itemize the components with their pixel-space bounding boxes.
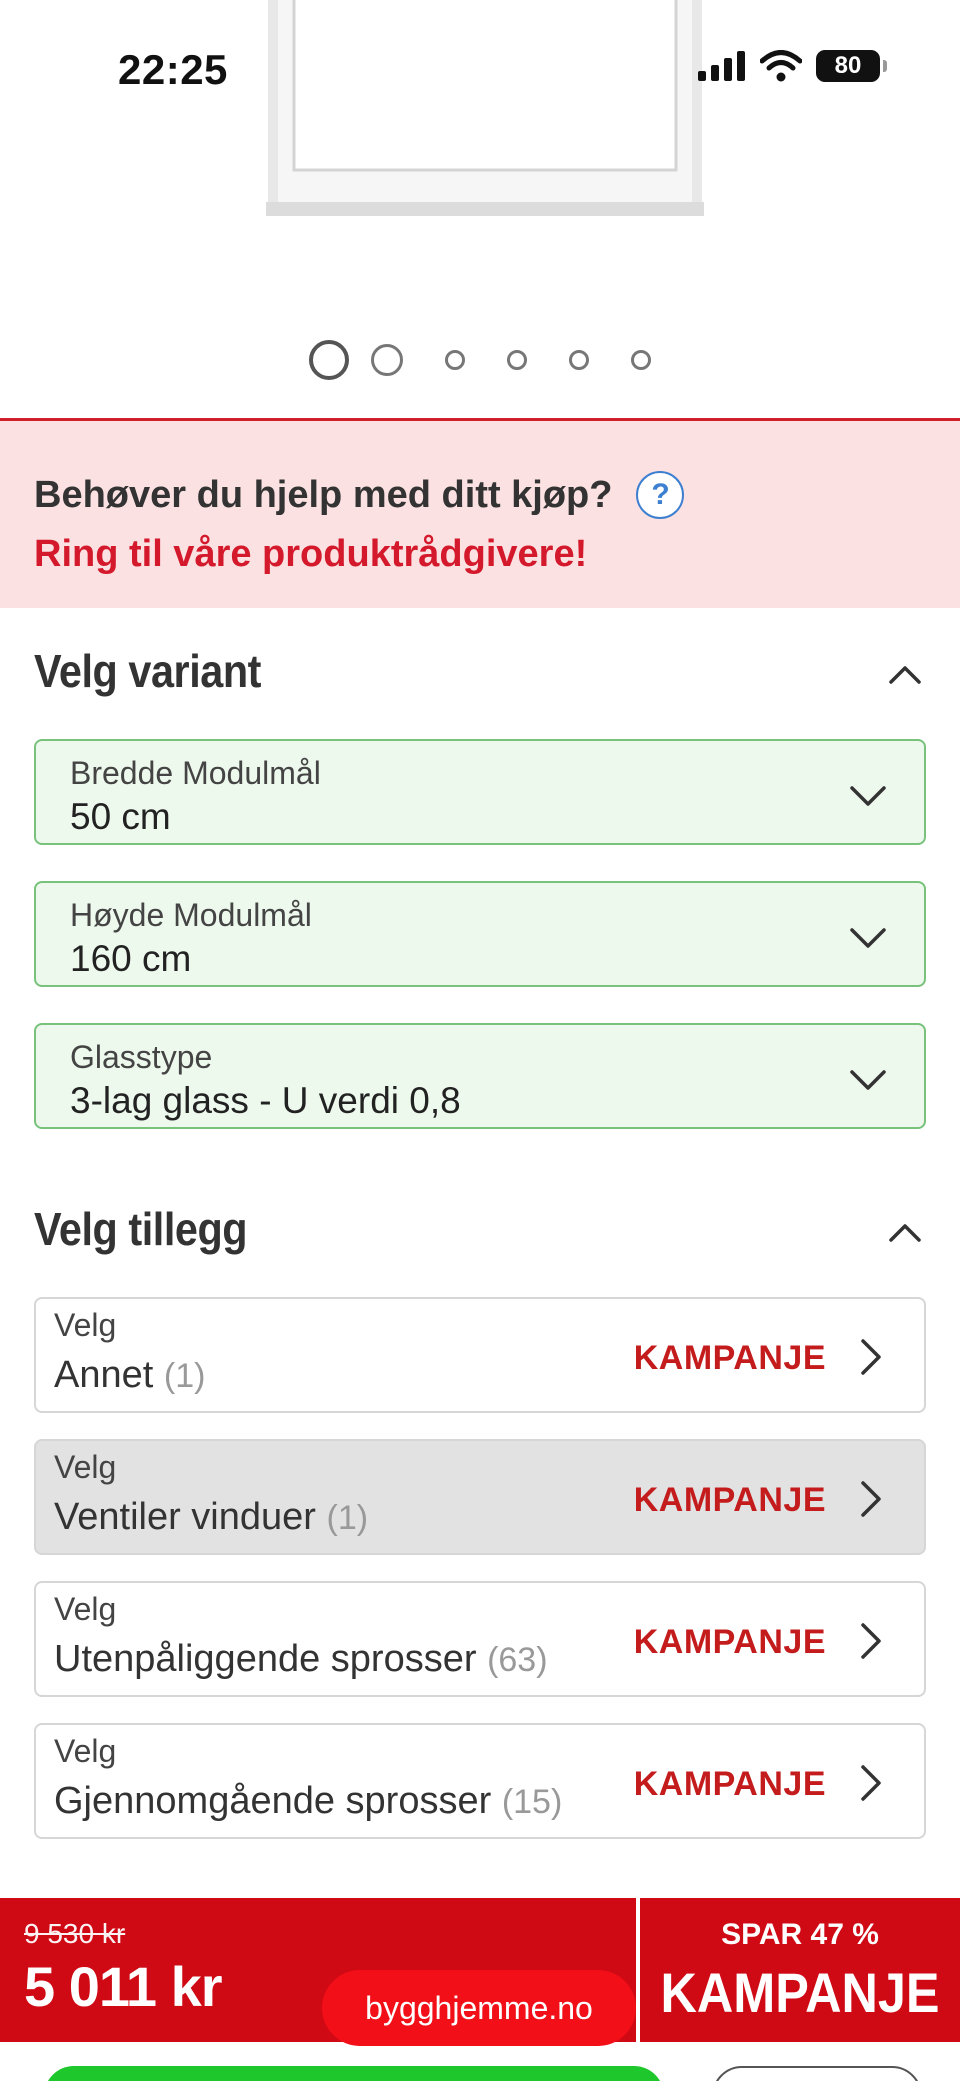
- campaign-box: SPAR 47 % KAMPANJE: [640, 1898, 960, 2042]
- wifi-icon: [760, 50, 802, 82]
- campaign-badge: KAMPANJE: [633, 1623, 826, 1661]
- addon-item-gjennomgaende[interactable]: Velg Gjennomgående sprosser (15) KAMPANJ…: [34, 1723, 926, 1839]
- chevron-right-icon: [861, 1623, 881, 1659]
- addon-count: (1): [326, 1499, 369, 1537]
- gallery-dot-2[interactable]: [371, 344, 403, 376]
- variant-section-title: Velg variant: [34, 645, 262, 697]
- call-advisors-link[interactable]: Ring til våre produktrådgivere!: [34, 533, 926, 576]
- gallery-dot-1[interactable]: [309, 340, 349, 380]
- chevron-down-icon: [850, 786, 886, 806]
- width-select-label: Bredde Modulmål: [70, 755, 321, 791]
- collapse-variant-chevron-up-icon[interactable]: [888, 657, 922, 691]
- gallery-dot-5[interactable]: [569, 350, 589, 370]
- collapse-addon-chevron-up-icon[interactable]: [888, 1215, 922, 1249]
- product-gallery[interactable]: 22:25 80: [0, 0, 960, 418]
- help-banner[interactable]: Behøver du hjelp med ditt kjøp? ? Ring t…: [0, 418, 960, 608]
- addon-item-ventiler[interactable]: Velg Ventiler vinduer (1) KAMPANJE: [34, 1439, 926, 1555]
- price-bar: 9 530 kr 5 011 kr SPAR 47 % KAMPANJE byg…: [0, 1898, 960, 2081]
- height-select-label: Høyde Modulmål: [70, 897, 312, 933]
- help-icon[interactable]: ?: [636, 471, 685, 519]
- chevron-right-icon: [861, 1765, 881, 1801]
- secondary-button[interactable]: [712, 2066, 922, 2081]
- gallery-dot-4[interactable]: [507, 350, 527, 370]
- current-price: 5 011 kr: [24, 1955, 223, 2018]
- status-bar: 22:25 80: [0, 0, 960, 140]
- battery-indicator: 80: [816, 50, 887, 82]
- save-percentage: SPAR 47 %: [721, 1918, 879, 1951]
- add-to-cart-button[interactable]: [44, 2066, 664, 2081]
- clock: 22:25: [118, 46, 228, 93]
- help-question: Behøver du hjelp med ditt kjøp?: [34, 473, 613, 516]
- gallery-dot-3[interactable]: [445, 350, 465, 370]
- campaign-badge: KAMPANJE: [633, 1339, 826, 1377]
- height-select[interactable]: Høyde Modulmål 160 cm: [34, 881, 926, 987]
- cellular-signal-icon: [698, 51, 745, 81]
- help-question-row: Behøver du hjelp med ditt kjøp? ?: [34, 471, 926, 519]
- addon-name: Annet: [54, 1354, 154, 1396]
- chevron-down-icon: [850, 1070, 886, 1090]
- gallery-pagination[interactable]: [0, 340, 960, 380]
- gallery-dot-6[interactable]: [631, 350, 651, 370]
- addon-name: Ventiler vinduer: [54, 1496, 316, 1538]
- glass-type-select[interactable]: Glasstype 3-lag glass - U verdi 0,8: [34, 1023, 926, 1129]
- width-select[interactable]: Bredde Modulmål 50 cm: [34, 739, 926, 845]
- old-price: 9 530 kr: [24, 1918, 126, 1949]
- addon-item-utenpaliggende[interactable]: Velg Utenpåliggende sprosser (63) KAMPAN…: [34, 1581, 926, 1697]
- addon-name: Utenpåliggende sprosser: [54, 1638, 477, 1680]
- glass-type-select-value: 3-lag glass - U verdi 0,8: [70, 1080, 461, 1121]
- addon-item-annet[interactable]: Velg Annet (1) KAMPANJE: [34, 1297, 926, 1413]
- status-icons: 80: [698, 50, 887, 82]
- site-url-pill[interactable]: bygghjemme.no: [322, 1970, 636, 2046]
- height-select-value: 160 cm: [70, 938, 192, 979]
- addon-section-title: Velg tillegg: [34, 1203, 248, 1255]
- addon-count: (1): [163, 1357, 206, 1395]
- addon-count: (63): [487, 1641, 548, 1679]
- glass-type-select-label: Glasstype: [70, 1039, 213, 1075]
- campaign-badge: KAMPANJE: [633, 1765, 826, 1803]
- campaign-label: KAMPANJE: [660, 1961, 940, 2024]
- campaign-badge: KAMPANJE: [633, 1481, 826, 1519]
- chevron-right-icon: [861, 1339, 881, 1375]
- addon-count: (15): [501, 1783, 563, 1821]
- width-select-value: 50 cm: [70, 796, 171, 837]
- chevron-right-icon: [861, 1481, 881, 1517]
- chevron-down-icon: [850, 928, 886, 948]
- addon-name: Gjennomgående sprosser: [54, 1780, 492, 1822]
